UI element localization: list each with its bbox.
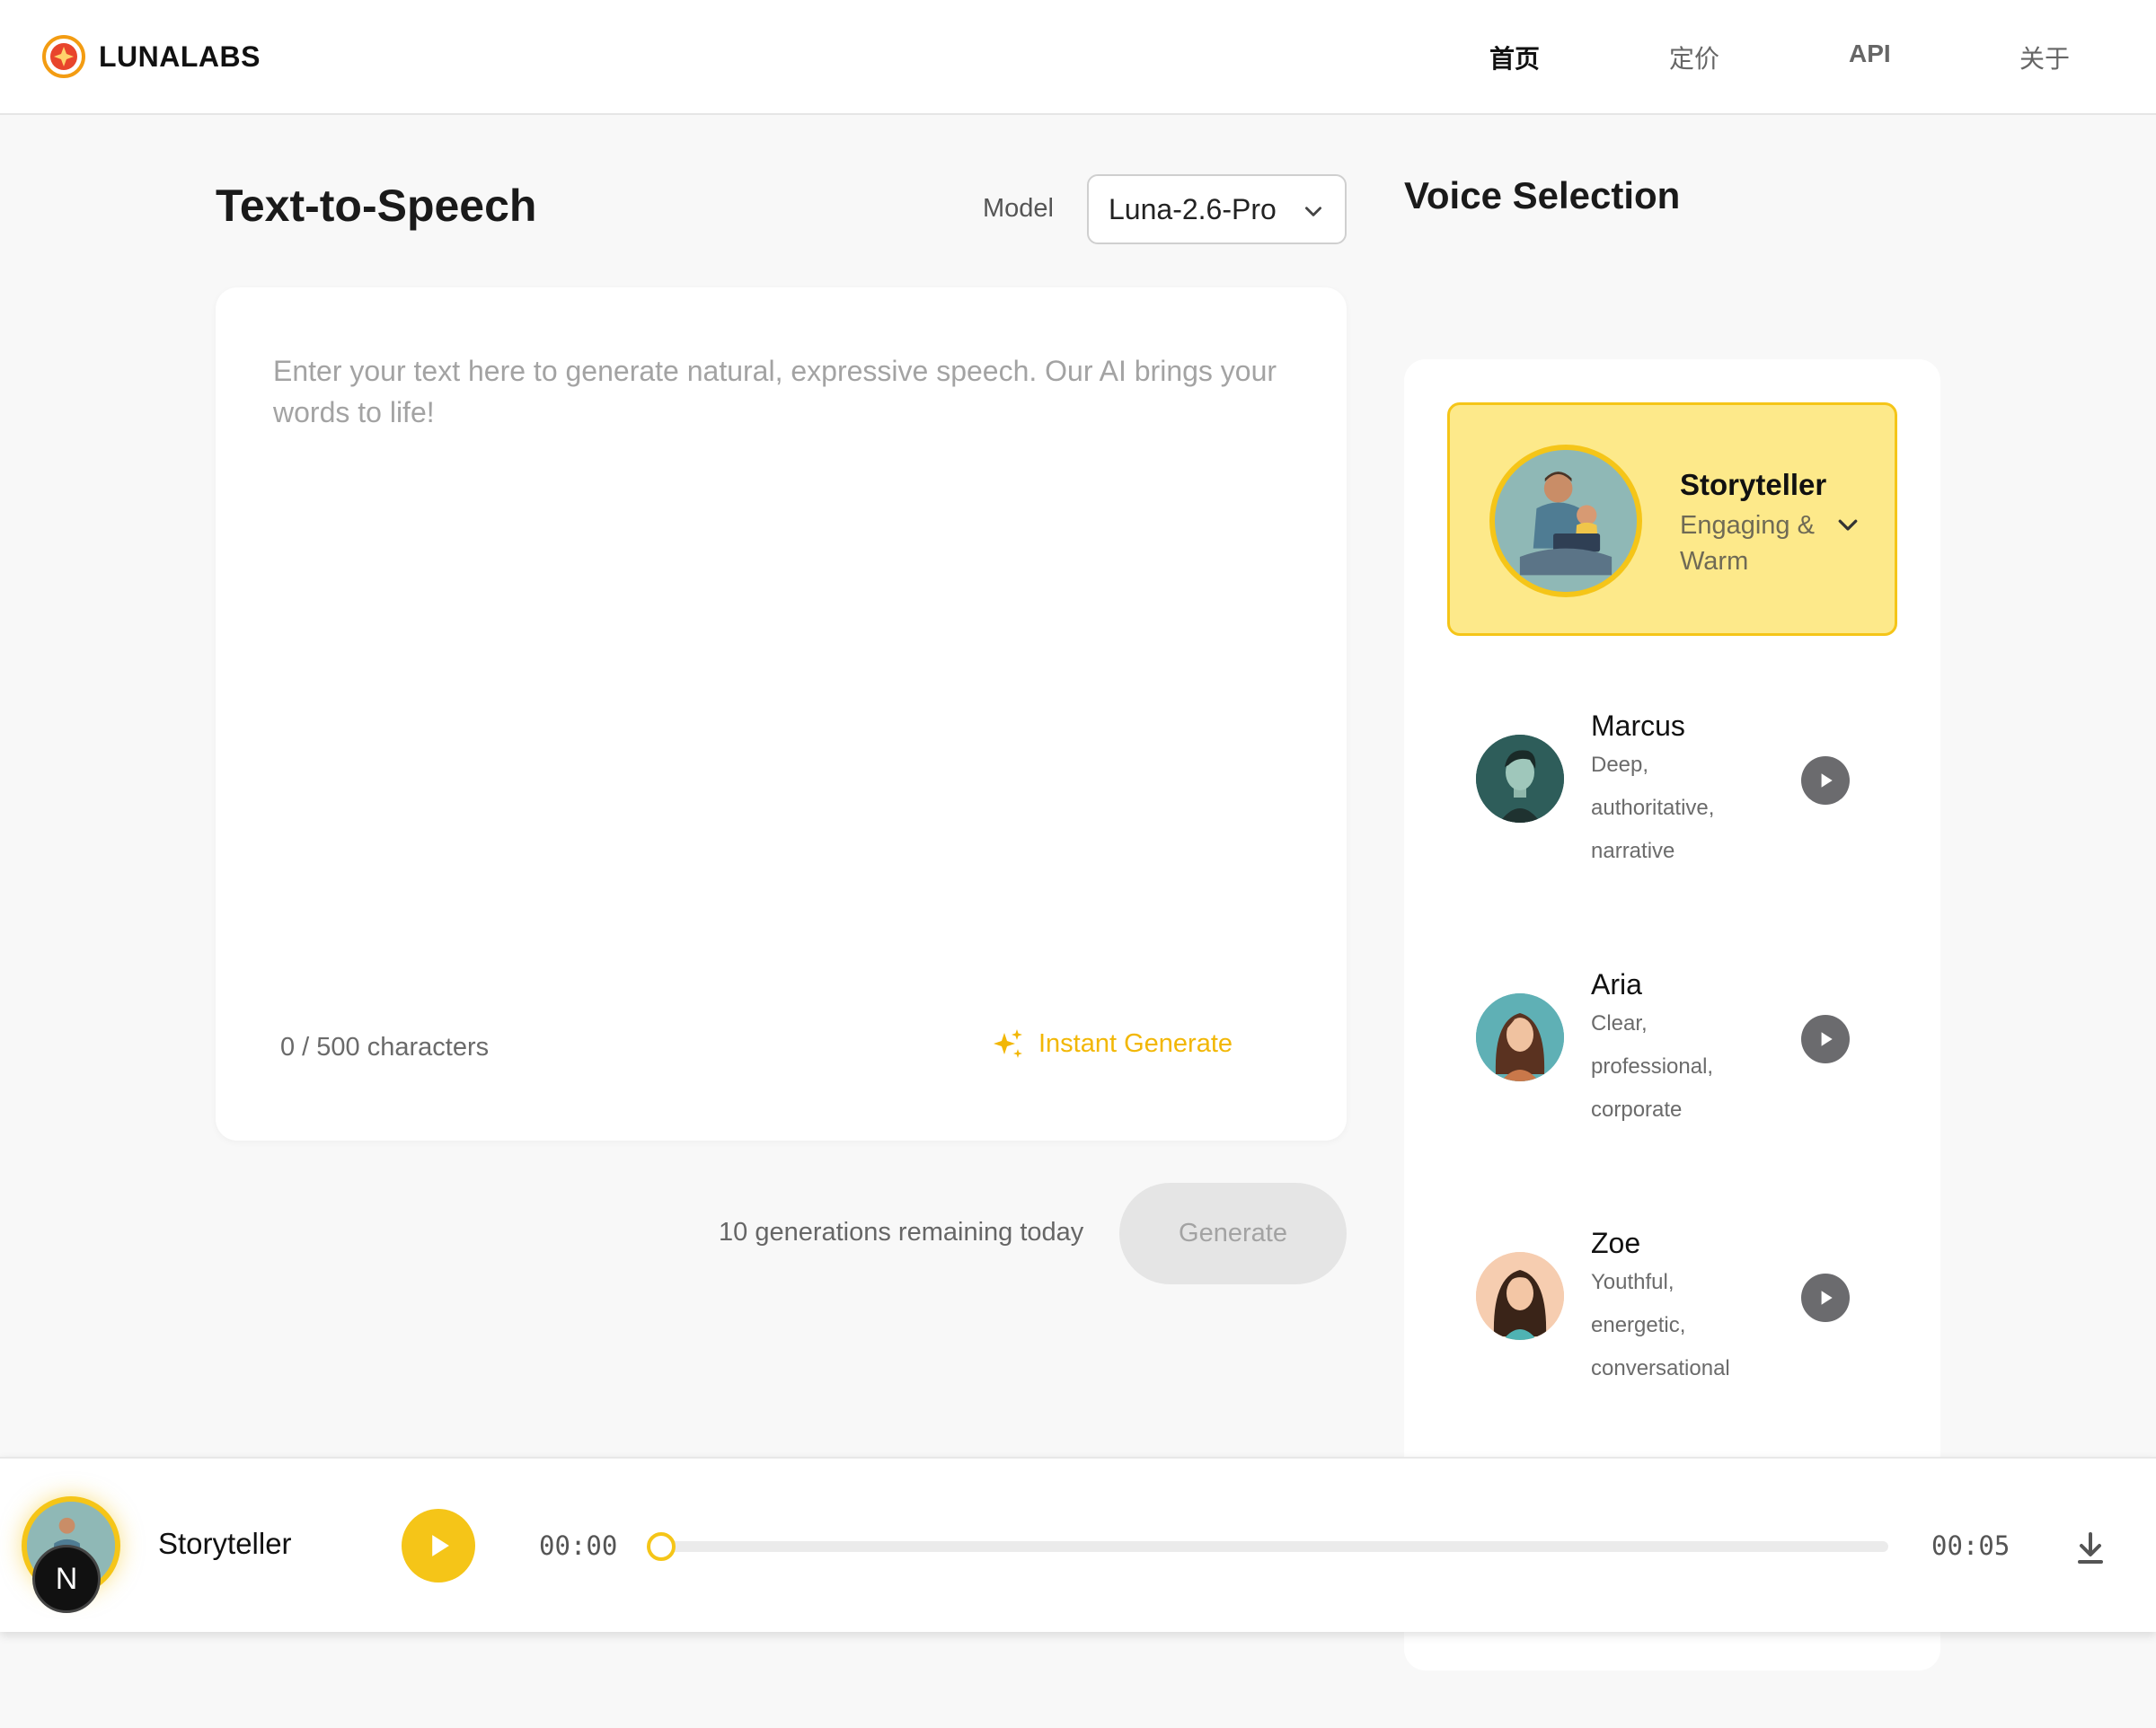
selected-voice-description: Engaging & Warm (1680, 511, 1815, 576)
voice-description: Clear, professional, corporate (1591, 1011, 1714, 1122)
current-time: 00:00 (539, 1530, 618, 1561)
play-preview-button[interactable] (1801, 756, 1850, 805)
play-preview-button[interactable] (1801, 1274, 1850, 1322)
page-title: Text-to-Speech (216, 181, 537, 231)
aria-avatar (1476, 993, 1564, 1081)
character-count: 0 / 500 characters (280, 1033, 490, 1062)
progress-track[interactable] (661, 1541, 1888, 1552)
player-voice-name: Storyteller (158, 1527, 292, 1560)
voice-item-aria[interactable]: Aria Clear, professional, corporate (1404, 950, 1940, 1130)
voice-name: Aria (1591, 968, 1642, 1001)
chevron-down-icon[interactable] (1834, 511, 1861, 538)
text-input-placeholder[interactable]: Enter your text here to generate natural… (273, 350, 1297, 433)
instant-generate-button[interactable]: Instant Generate (990, 1026, 1233, 1062)
model-label: Model (983, 194, 1054, 223)
instant-generate-label: Instant Generate (1038, 1028, 1233, 1058)
brand-logo[interactable]: LUNALABS (41, 34, 261, 79)
total-time: 00:05 (1931, 1530, 2010, 1561)
voice-name: Marcus (1591, 710, 1685, 742)
play-icon (1821, 1032, 1833, 1046)
storyteller-avatar (1489, 445, 1642, 597)
voice-description: Deep, authoritative, narrative (1591, 753, 1715, 863)
logo-icon (42, 35, 85, 78)
marcus-avatar (1476, 735, 1564, 823)
app-badge: N (32, 1545, 101, 1613)
zoe-avatar (1476, 1252, 1564, 1340)
play-icon (1821, 1291, 1833, 1305)
nav-pricing[interactable]: 定价 (1669, 40, 1719, 75)
chevron-down-icon (1305, 207, 1321, 216)
top-header: LUNALABS 首页 定价 API 关于 (0, 0, 2156, 115)
nav-home[interactable]: 首页 (1489, 40, 1540, 75)
model-select[interactable]: Luna-2.6-Pro (1087, 174, 1347, 244)
selected-voice-card[interactable]: Storyteller Engaging & Warm (1447, 402, 1897, 636)
sparkles-icon (994, 1029, 1022, 1058)
remaining-generations: 10 generations remaining today (719, 1218, 1084, 1247)
selected-voice-name: Storyteller (1680, 468, 1827, 501)
nav-about[interactable]: 关于 (2019, 40, 2070, 75)
voice-item-marcus[interactable]: Marcus Deep, authoritative, narrative (1404, 692, 1940, 871)
play-icon (432, 1535, 449, 1556)
brand-name: LUNALABS (99, 40, 261, 73)
model-select-value: Luna-2.6-Pro (1109, 192, 1277, 225)
progress-thumb[interactable] (647, 1532, 676, 1561)
generate-button[interactable]: Generate (1119, 1183, 1347, 1284)
download-icon[interactable] (2073, 1530, 2107, 1566)
nav-api[interactable]: API (1849, 40, 1891, 68)
audio-player: N Storyteller 00:00 00:05 (0, 1457, 2156, 1632)
voice-name: Zoe (1591, 1227, 1641, 1259)
voice-description: Youthful, energetic, conversational (1591, 1270, 1730, 1380)
play-icon (1821, 773, 1833, 788)
voice-item-zoe[interactable]: Zoe Youthful, energetic, conversational (1404, 1209, 1940, 1389)
player-play-button[interactable] (402, 1509, 475, 1583)
text-editor[interactable]: Enter your text here to generate natural… (216, 287, 1347, 1141)
voice-selection-title: Voice Selection (1404, 174, 1681, 216)
play-preview-button[interactable] (1801, 1015, 1850, 1063)
